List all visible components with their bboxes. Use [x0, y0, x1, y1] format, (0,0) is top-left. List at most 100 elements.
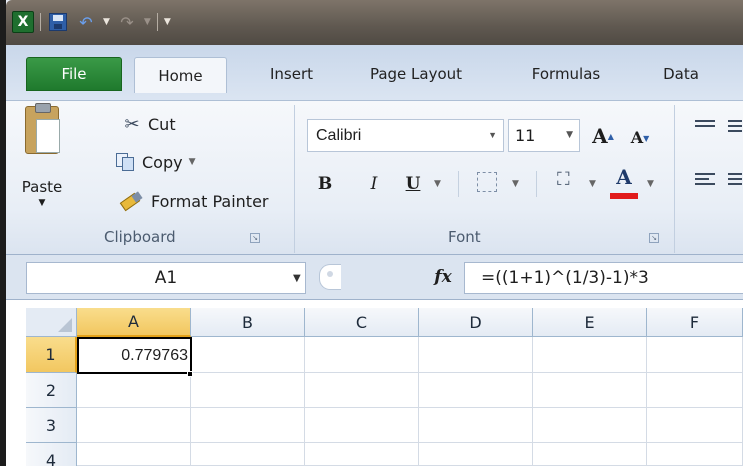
- chevron-down-icon[interactable]: ▼: [293, 273, 301, 284]
- column-header-d[interactable]: D: [419, 308, 533, 337]
- cell-f1[interactable]: [647, 337, 743, 373]
- toolbar-separator: [156, 13, 158, 31]
- copy-label: Copy: [142, 152, 183, 172]
- chevron-down-icon[interactable]: ▼: [589, 179, 596, 189]
- chevron-down-icon[interactable]: ▼: [434, 179, 441, 189]
- grow-font-icon: A: [592, 123, 608, 148]
- cell-c2[interactable]: [305, 373, 419, 408]
- save-icon[interactable]: [47, 11, 69, 33]
- grow-font-button[interactable]: A ▲: [590, 119, 616, 152]
- select-all-button[interactable]: [26, 308, 77, 337]
- cell-b2[interactable]: [191, 373, 305, 408]
- tab-insert[interactable]: Insert: [254, 57, 329, 91]
- shrink-font-button[interactable]: A ▼: [628, 123, 652, 152]
- excel-logo-icon[interactable]: X: [12, 11, 34, 33]
- chevron-down-icon[interactable]: ▼: [189, 157, 196, 167]
- paintbrush-icon: [119, 191, 145, 211]
- align-center-icon[interactable]: [728, 173, 742, 189]
- group-label-clipboard: Clipboard: [104, 228, 176, 246]
- row-header-1[interactable]: 1: [26, 337, 77, 373]
- cell-d4[interactable]: [419, 443, 533, 466]
- redo-icon[interactable]: ↷: [116, 11, 138, 33]
- format-painter-label: Format Painter: [151, 191, 269, 211]
- font-name-value: Calibri: [316, 126, 362, 144]
- clipboard-icon: [25, 103, 60, 154]
- font-color-swatch: [610, 193, 638, 199]
- cell-e2[interactable]: [533, 373, 647, 408]
- align-middle-icon[interactable]: [728, 120, 742, 136]
- underline-button[interactable]: U: [400, 167, 426, 200]
- cell-d2[interactable]: [419, 373, 533, 408]
- cell-b1[interactable]: [192, 337, 305, 373]
- ribbon-tabs: File Home Insert Page Layout Formulas Da…: [6, 45, 743, 101]
- cell-c4[interactable]: [305, 443, 419, 466]
- formula-bar-expander[interactable]: [319, 264, 341, 290]
- cell-c3[interactable]: [305, 408, 419, 443]
- tab-page-layout[interactable]: Page Layout: [356, 57, 476, 91]
- font-size-combo[interactable]: 11 ▼: [508, 119, 580, 152]
- tab-home[interactable]: Home: [134, 57, 227, 93]
- italic-button[interactable]: I: [361, 167, 387, 200]
- font-size-value: 11: [515, 126, 536, 145]
- scissors-icon: ✂: [124, 113, 140, 135]
- cell-e4[interactable]: [533, 443, 647, 466]
- copy-button[interactable]: Copy ▼: [116, 149, 196, 175]
- excel-window: X ↶ ▼ ↷ ▼ ▼ File Home Insert Page Layout…: [0, 0, 743, 466]
- row-header-2[interactable]: 2: [26, 373, 77, 408]
- tab-data[interactable]: Data: [651, 57, 711, 91]
- format-painter-button[interactable]: Format Painter: [119, 188, 268, 214]
- chevron-down-icon[interactable]: ▼: [512, 179, 519, 189]
- cell-d3[interactable]: [419, 408, 533, 443]
- customize-qat-icon[interactable]: ▼: [164, 17, 171, 27]
- align-top-icon[interactable]: [695, 120, 715, 136]
- row-header-3[interactable]: 3: [26, 408, 77, 443]
- cut-button[interactable]: ✂ Cut: [122, 111, 176, 137]
- ribbon-home: Paste ▼ ✂ Cut Copy ▼ Format Painter Clip…: [6, 100, 743, 255]
- column-header-c[interactable]: C: [305, 308, 419, 337]
- dialog-launcher-icon[interactable]: ↘: [250, 233, 260, 243]
- cell-c1[interactable]: [305, 337, 419, 373]
- name-box[interactable]: A1: [26, 262, 306, 294]
- cell-a3[interactable]: [77, 408, 191, 443]
- row-header-4[interactable]: 4: [26, 443, 77, 466]
- tab-formulas[interactable]: Formulas: [511, 57, 621, 91]
- cell-f2[interactable]: [647, 373, 743, 408]
- separator: [458, 171, 459, 197]
- cell-d1[interactable]: [419, 337, 533, 373]
- formula-input[interactable]: =((1+1)^(1/3)-1)*3: [464, 262, 743, 294]
- align-left-icon[interactable]: [695, 173, 715, 189]
- chevron-down-icon[interactable]: ▼: [647, 179, 654, 189]
- bold-button[interactable]: B: [312, 167, 338, 200]
- cell-b4[interactable]: [191, 443, 305, 466]
- copy-icon: [116, 153, 136, 171]
- cell-f4[interactable]: [647, 443, 743, 466]
- chevron-down-icon[interactable]: ▼: [566, 130, 573, 140]
- paste-button[interactable]: Paste ▼: [18, 103, 66, 216]
- cell-e1[interactable]: [533, 337, 647, 373]
- borders-icon[interactable]: [477, 172, 497, 192]
- cell-e3[interactable]: [533, 408, 647, 443]
- cell-a1[interactable]: 0.779763: [77, 337, 192, 374]
- redo-dropdown-icon[interactable]: ▼: [144, 17, 151, 27]
- column-header-e[interactable]: E: [533, 308, 647, 337]
- paint-bucket-icon[interactable]: ⛶: [557, 169, 570, 190]
- tab-file[interactable]: File: [26, 57, 122, 91]
- group-label-font: Font: [448, 228, 481, 246]
- toolbar-separator: [40, 13, 41, 31]
- cell-b3[interactable]: [191, 408, 305, 443]
- dialog-launcher-icon[interactable]: ↘: [649, 233, 659, 243]
- cell-a4[interactable]: [77, 443, 191, 466]
- undo-icon[interactable]: ↶: [75, 11, 97, 33]
- chevron-down-icon[interactable]: ▼: [488, 130, 497, 140]
- font-name-combo[interactable]: Calibri ▼: [307, 119, 504, 152]
- column-header-b[interactable]: B: [191, 308, 305, 337]
- fill-handle[interactable]: [187, 371, 193, 377]
- cell-f3[interactable]: [647, 408, 743, 443]
- undo-dropdown-icon[interactable]: ▼: [103, 17, 110, 27]
- column-header-a[interactable]: A: [77, 308, 191, 337]
- column-header-f[interactable]: F: [647, 308, 743, 337]
- cut-label: Cut: [148, 114, 176, 134]
- insert-function-button[interactable]: fx: [430, 263, 456, 291]
- cell-a2[interactable]: [77, 373, 191, 408]
- shrink-font-icon: A: [630, 128, 644, 147]
